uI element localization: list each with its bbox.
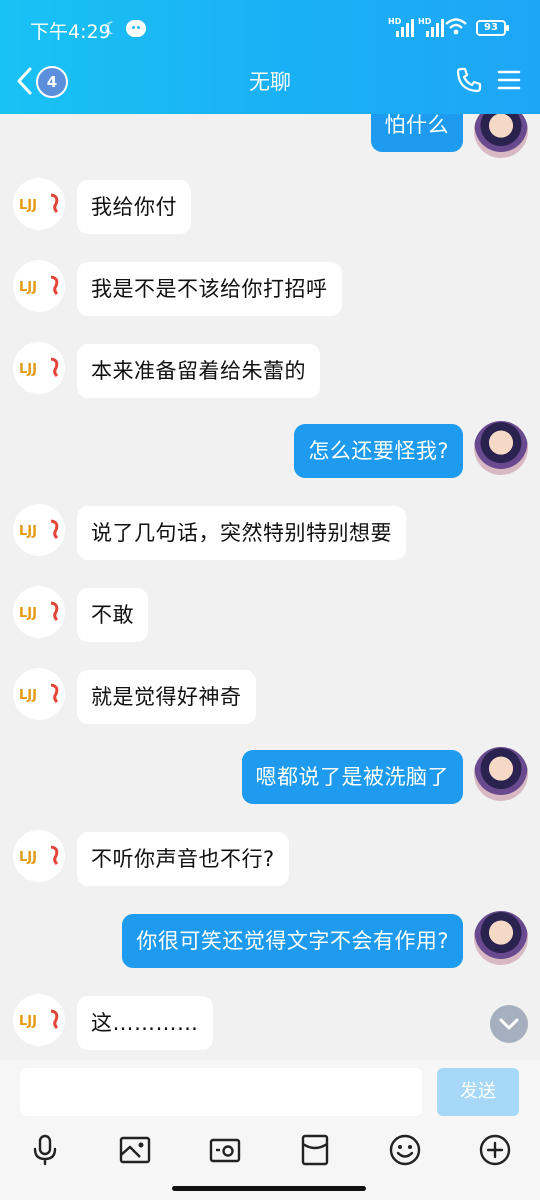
- message-input[interactable]: [20, 1068, 422, 1116]
- chevron-down-icon: [499, 1018, 519, 1030]
- contact-avatar[interactable]: LJJ: [13, 586, 65, 638]
- svg-text:LJJ: LJJ: [19, 280, 37, 295]
- message-bubble-incoming[interactable]: 就是觉得好神奇: [77, 670, 256, 724]
- do-not-disturb-icon: ☾: [104, 19, 120, 39]
- message-bubble-outgoing[interactable]: 嗯都说了是被洗脑了: [241, 750, 463, 804]
- message-bubble-incoming[interactable]: 这…………: [77, 996, 213, 1050]
- message-bubble-outgoing[interactable]: 怎么还要怪我?: [294, 424, 463, 478]
- svg-text:LJJ: LJJ: [19, 850, 37, 865]
- message-list[interactable]: 怕什么 LJJ 我给你付 LJJ 我是不是不该给你打招呼 LJJ 本来准备留着给…: [0, 114, 540, 1060]
- signal-icon: [396, 19, 414, 37]
- message-bubble-incoming[interactable]: 不听你声音也不行?: [77, 832, 289, 886]
- send-button[interactable]: 发送: [437, 1068, 519, 1116]
- input-area: 发送: [0, 1060, 540, 1200]
- message-bubble-incoming[interactable]: 我是不是不该给你打招呼: [77, 262, 342, 316]
- home-indicator[interactable]: [172, 1186, 366, 1191]
- svg-text:LJJ: LJJ: [19, 688, 37, 703]
- menu-icon[interactable]: [497, 68, 521, 92]
- my-avatar[interactable]: [474, 911, 528, 965]
- contact-avatar[interactable]: LJJ: [13, 260, 65, 312]
- contact-avatar[interactable]: LJJ: [13, 504, 65, 556]
- my-avatar[interactable]: [474, 421, 528, 475]
- contact-avatar[interactable]: LJJ: [13, 342, 65, 394]
- wifi-icon: [445, 18, 467, 35]
- red-packet-icon[interactable]: [298, 1133, 332, 1167]
- message-bubble-incoming[interactable]: 说了几句话，突然特别特别想要: [77, 506, 406, 560]
- message-bubble-outgoing[interactable]: 怕什么: [370, 114, 463, 152]
- camera-icon[interactable]: [208, 1133, 242, 1167]
- scroll-to-bottom-button[interactable]: [490, 1005, 528, 1043]
- message-bubble-outgoing[interactable]: 你很可笑还觉得文字不会有作用?: [122, 914, 463, 968]
- message-bubble-incoming[interactable]: 我给你付: [77, 180, 191, 234]
- signal-icon: [426, 19, 444, 37]
- contact-avatar[interactable]: LJJ: [13, 994, 65, 1046]
- status-time: 下午4:29: [30, 21, 111, 43]
- wechat-notification-icon: [126, 20, 146, 37]
- contact-avatar[interactable]: LJJ: [13, 178, 65, 230]
- svg-text:LJJ: LJJ: [19, 524, 37, 539]
- message-bubble-incoming[interactable]: 本来准备留着给朱蕾的: [77, 344, 320, 398]
- status-bar: 下午4:29 ☾ HD HD 93: [0, 0, 540, 56]
- message-bubble-incoming[interactable]: 不敢: [77, 588, 148, 642]
- contact-avatar[interactable]: LJJ: [13, 668, 65, 720]
- my-avatar[interactable]: [474, 114, 528, 158]
- svg-text:LJJ: LJJ: [19, 198, 37, 213]
- contact-avatar[interactable]: LJJ: [13, 830, 65, 882]
- my-avatar[interactable]: [474, 747, 528, 801]
- emoji-icon[interactable]: [388, 1133, 422, 1167]
- image-icon[interactable]: [118, 1133, 152, 1167]
- microphone-icon[interactable]: [28, 1133, 62, 1167]
- phone-icon[interactable]: [455, 66, 483, 94]
- chat-header: 下午4:29 ☾ HD HD 93 4 无聊: [0, 0, 540, 114]
- svg-text:LJJ: LJJ: [19, 362, 37, 377]
- battery-icon: 93: [476, 20, 509, 36]
- svg-text:LJJ: LJJ: [19, 1014, 37, 1029]
- plus-icon[interactable]: [478, 1133, 512, 1167]
- svg-text:LJJ: LJJ: [19, 606, 37, 621]
